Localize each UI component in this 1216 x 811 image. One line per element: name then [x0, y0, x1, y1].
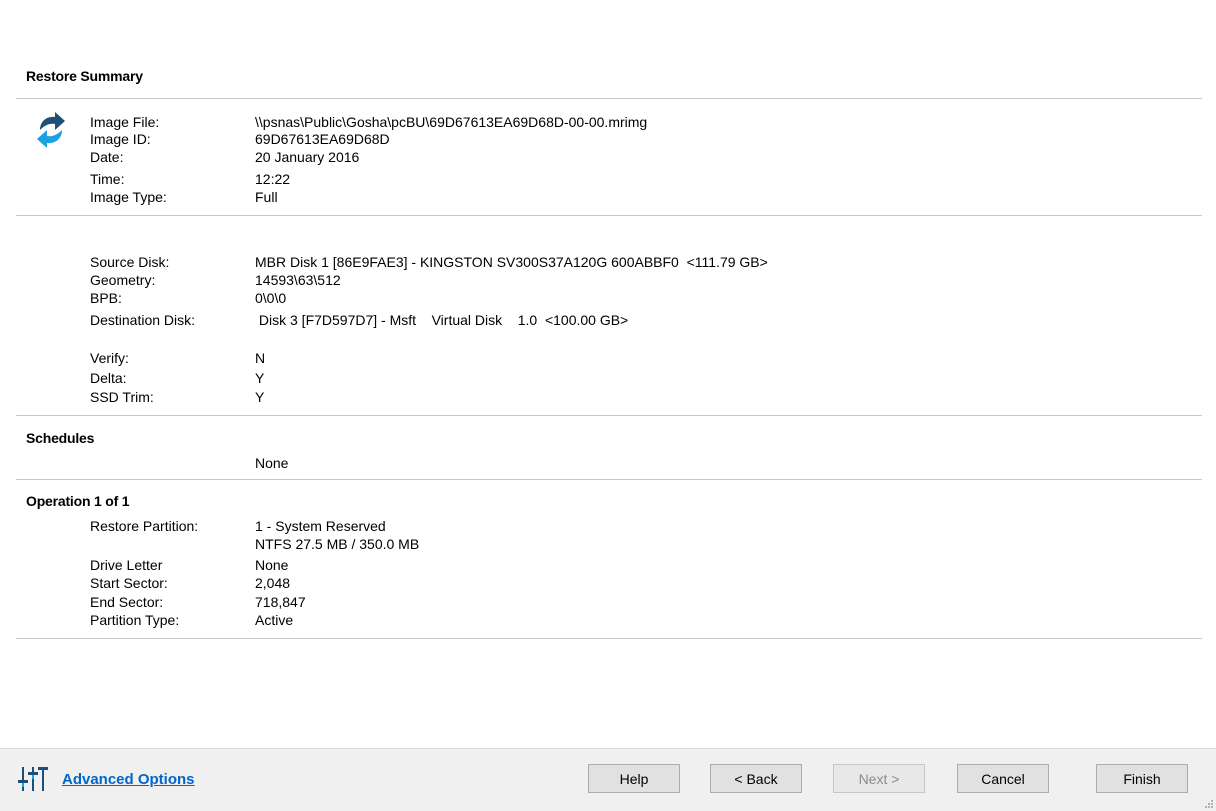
delta-value: Y: [255, 370, 265, 386]
destination-disk-value: Disk 3 [F7D597D7] - Msft Virtual Disk 1.…: [255, 312, 629, 328]
restore-summary-heading: Restore Summary: [26, 68, 143, 84]
ssd-trim-value: Y: [255, 389, 265, 405]
image-id-label: Image ID:: [90, 131, 151, 147]
divider: [16, 98, 1202, 99]
image-type-value: Full: [255, 189, 278, 205]
divider: [16, 415, 1202, 416]
image-file-label: Image File:: [90, 114, 160, 130]
image-type-label: Image Type:: [90, 189, 167, 205]
geometry-value: 14593\63\512: [255, 272, 341, 288]
wizard-footer: Advanced Options Help < Back Next > Canc…: [0, 748, 1216, 811]
start-sector-label: Start Sector:: [90, 575, 168, 591]
divider: [16, 479, 1202, 480]
image-file-value: \\psnas\Public\Gosha\pcBU\69D67613EA69D6…: [255, 114, 648, 130]
divider: [16, 638, 1202, 639]
advanced-options-link[interactable]: Advanced Options: [62, 771, 195, 788]
image-id-value: 69D67613EA69D68D: [255, 131, 390, 147]
delta-label: Delta:: [90, 370, 127, 386]
cancel-button[interactable]: Cancel: [957, 764, 1049, 793]
summary-panel: Restore Summary Image File: \\psnas\Publ…: [0, 0, 1216, 748]
restore-partition-label: Restore Partition:: [90, 518, 199, 534]
help-button[interactable]: Help: [588, 764, 680, 793]
end-sector-label: End Sector:: [90, 594, 164, 610]
verify-value: N: [255, 350, 266, 366]
date-label: Date:: [90, 149, 124, 165]
drive-letter-value: None: [255, 557, 289, 573]
restore-partition-detail: NTFS 27.5 MB / 350.0 MB: [255, 536, 420, 552]
bpb-label: BPB:: [90, 290, 122, 306]
bpb-value: 0\0\0: [255, 290, 287, 306]
restore-arrows-icon: [37, 112, 65, 148]
time-value: 12:22: [255, 171, 291, 187]
start-sector-value: 2,048: [255, 575, 291, 591]
ssd-trim-label: SSD Trim:: [90, 389, 154, 405]
divider: [16, 215, 1202, 216]
end-sector-value: 718,847: [255, 594, 306, 610]
finish-button[interactable]: Finish: [1096, 764, 1188, 793]
geometry-label: Geometry:: [90, 272, 156, 288]
source-disk-label: Source Disk:: [90, 254, 170, 270]
destination-disk-label: Destination Disk:: [90, 312, 196, 328]
source-disk-value: MBR Disk 1 [86E9FAE3] - KINGSTON SV300S3…: [255, 254, 768, 270]
operation-heading: Operation 1 of 1: [26, 493, 130, 509]
resize-grip-icon[interactable]: [1203, 798, 1213, 808]
partition-type-label: Partition Type:: [90, 612, 180, 628]
time-label: Time:: [90, 171, 125, 187]
next-button[interactable]: Next >: [833, 764, 925, 793]
restore-partition-value: 1 - System Reserved: [255, 518, 386, 534]
partition-type-value: Active: [255, 612, 294, 628]
drive-letter-label: Drive Letter: [90, 557, 163, 573]
sliders-icon[interactable]: [18, 764, 48, 794]
verify-label: Verify:: [90, 350, 129, 366]
schedules-heading: Schedules: [26, 430, 95, 446]
date-value: 20 January 2016: [255, 149, 360, 165]
back-button[interactable]: < Back: [710, 764, 802, 793]
schedules-value: None: [255, 455, 289, 471]
